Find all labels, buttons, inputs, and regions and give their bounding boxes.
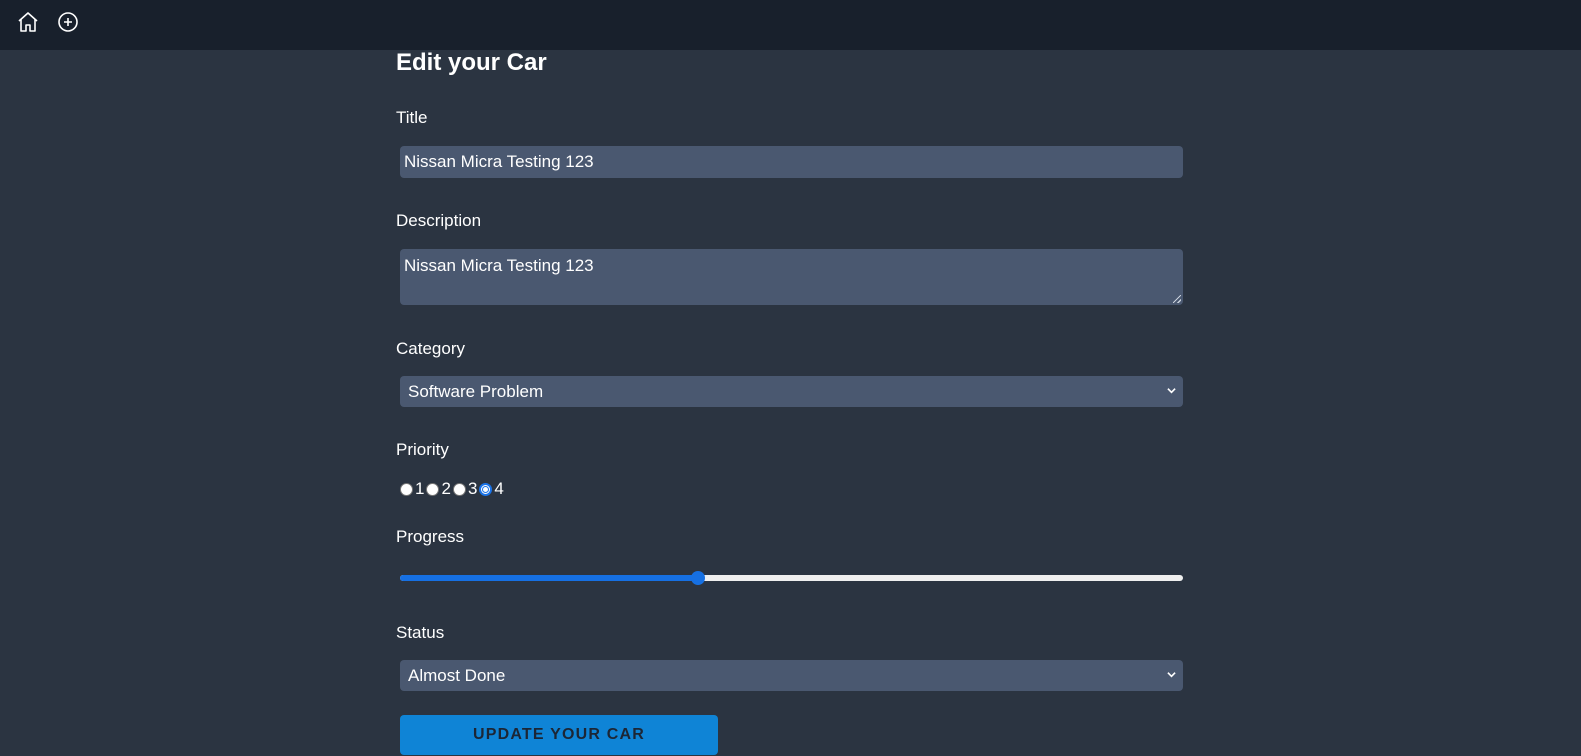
resize-grip-icon[interactable]: [1173, 295, 1181, 303]
top-nav-bar: [0, 0, 1581, 50]
status-label: Status: [396, 623, 445, 642]
slider-fill: [400, 575, 698, 581]
chevron-down-icon: [1167, 386, 1176, 394]
title-label: Title: [396, 108, 428, 127]
title-input[interactable]: [400, 146, 1183, 178]
description-field: Nissan Micra Testing 123: [400, 249, 1183, 305]
status-selected-value: Almost Done: [408, 666, 506, 685]
category-selected-value: Software Problem: [408, 382, 544, 401]
priority-radio-4[interactable]: [479, 482, 493, 496]
home-icon[interactable]: [16, 10, 40, 34]
page-title: Edit your Car: [396, 49, 547, 76]
plus-circle-icon[interactable]: [56, 10, 80, 34]
priority-radio-3[interactable]: [452, 482, 466, 496]
category-label: Category: [396, 339, 465, 358]
description-textarea[interactable]: Nissan Micra Testing 123: [400, 249, 1183, 305]
priority-option-label: 2: [441, 479, 451, 498]
priority-label: Priority: [396, 440, 449, 459]
priority-radio-1[interactable]: [400, 482, 413, 496]
description-label: Description: [396, 211, 482, 230]
update-car-button[interactable]: UPDATE YOUR CAR: [400, 715, 718, 755]
priority-option-label: 4: [494, 479, 504, 498]
status-select[interactable]: Almost Done: [400, 660, 1183, 691]
category-select[interactable]: Software Problem: [400, 376, 1183, 407]
priority-radio-2[interactable]: [426, 482, 440, 496]
slider-thumb[interactable]: [690, 571, 705, 585]
slider-track: [400, 575, 1183, 581]
priority-radio-group: 1 2 3 4: [400, 479, 506, 499]
progress-label: Progress: [396, 527, 465, 546]
priority-option-label: 1: [415, 479, 425, 498]
priority-option-label: 3: [467, 479, 478, 498]
progress-slider[interactable]: [400, 570, 1183, 586]
chevron-down-icon: [1167, 670, 1176, 678]
